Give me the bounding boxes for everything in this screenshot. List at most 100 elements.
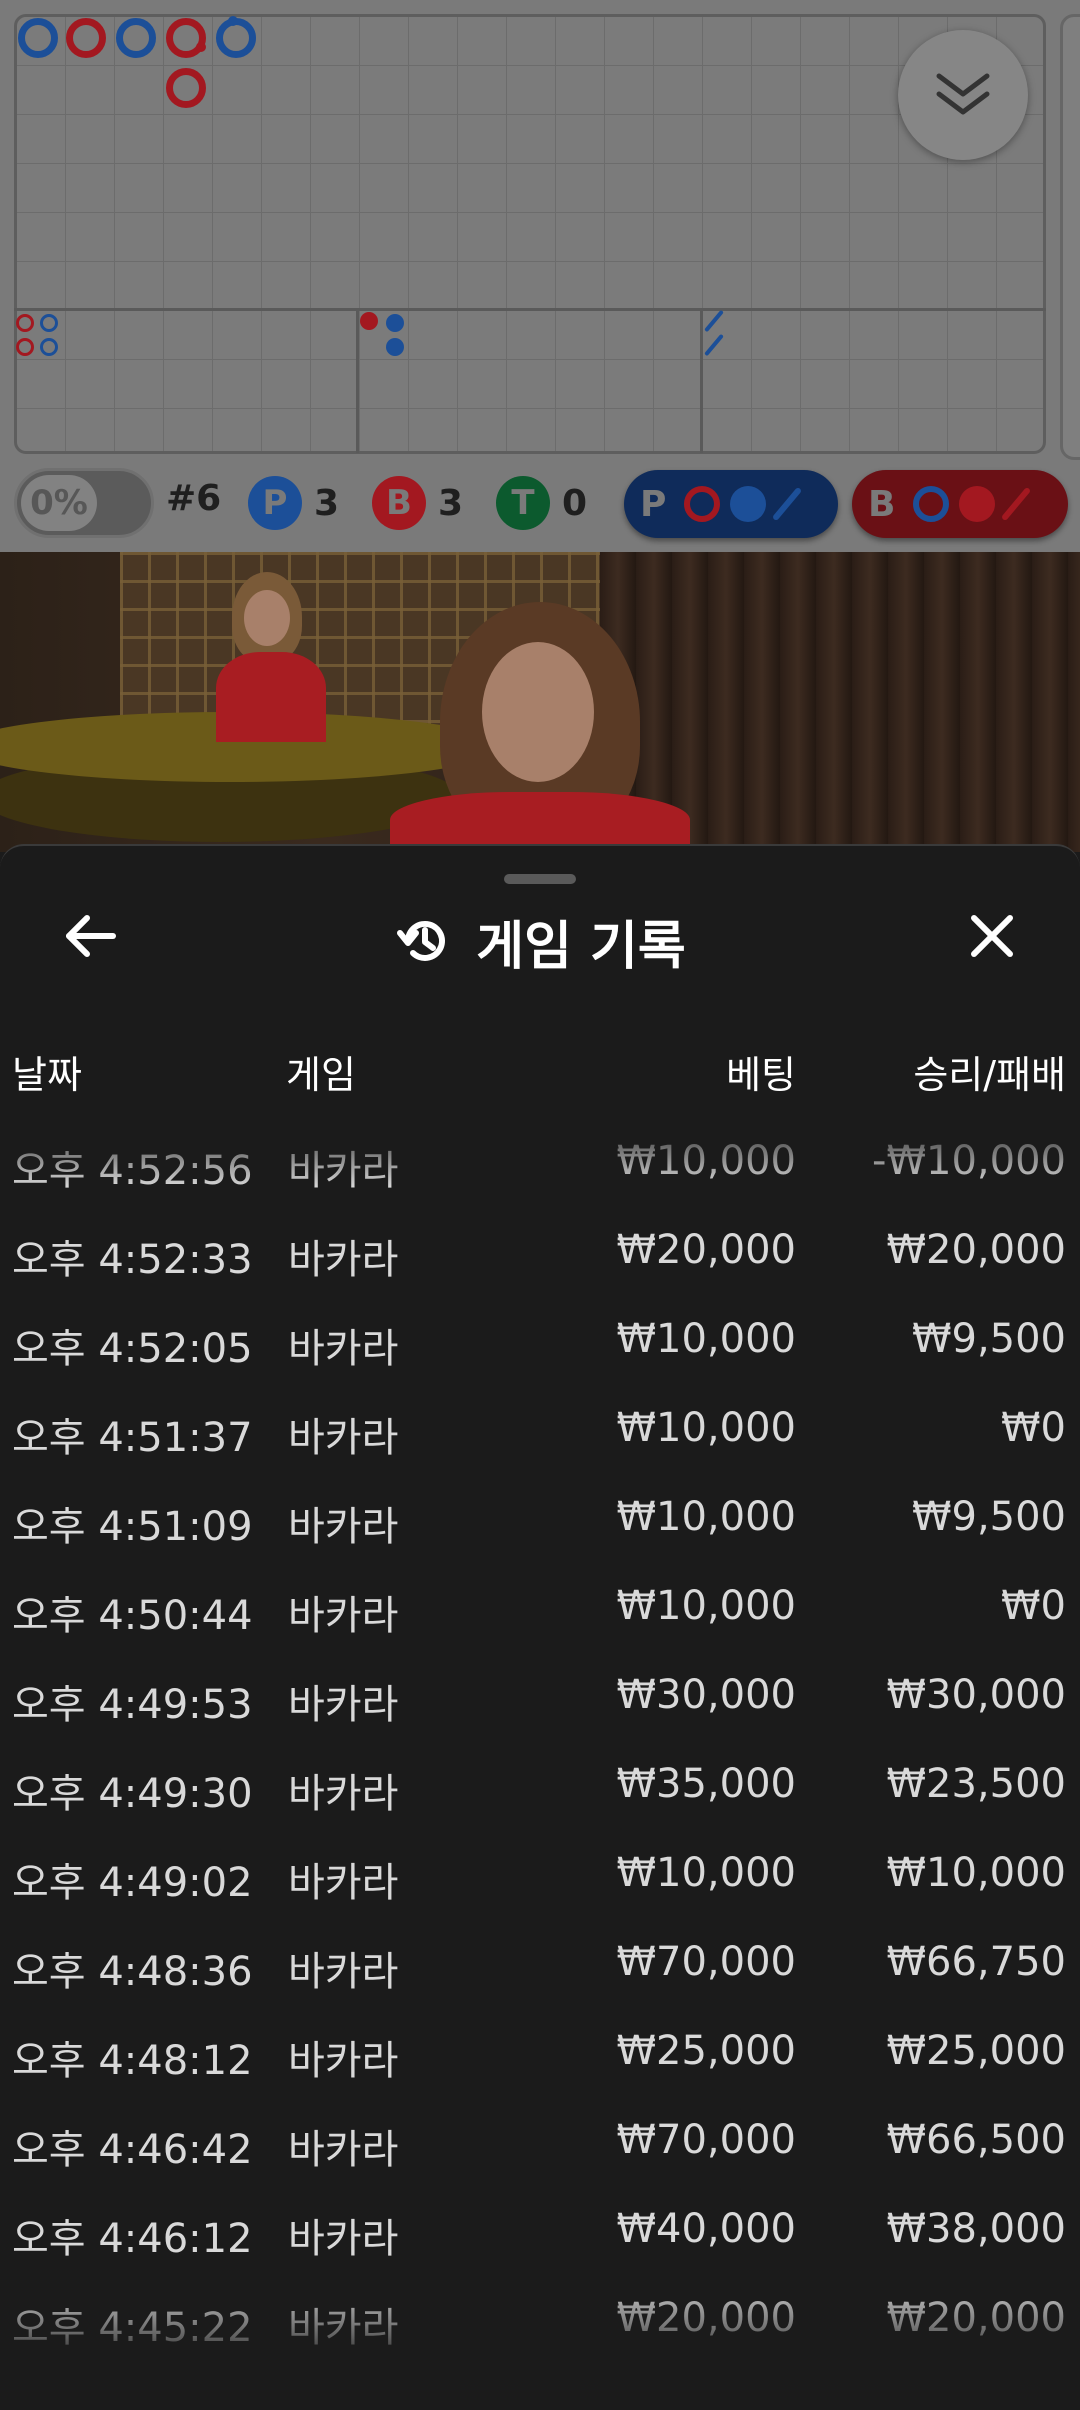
predict-slash-icon xyxy=(1001,486,1032,522)
history-row[interactable]: 오후 4:45:22 바카라 ₩20,000 ₩20,000 xyxy=(0,2279,1080,2368)
shoe-number: #6 xyxy=(166,478,222,519)
predict-dot-icon xyxy=(959,486,996,522)
history-row[interactable]: 오후 4:48:12 바카라 ₩25,000 ₩25,000 xyxy=(0,2012,1080,2101)
tie-count-value: 0 xyxy=(562,482,588,524)
road-bead-banker xyxy=(166,18,206,58)
row-game: 바카라 xyxy=(288,1415,399,1461)
page-title: 게임 기록 xyxy=(476,916,686,977)
history-row[interactable]: 오후 4:50:44 바카라 ₩10,000 ₩0 xyxy=(0,1567,1080,1656)
sheet-drag-handle[interactable] xyxy=(504,874,576,884)
side-panel-edge[interactable] xyxy=(1060,14,1080,460)
row-winloss: ₩25,000 xyxy=(886,2028,1066,2074)
row-game: 바카라 xyxy=(288,1682,399,1728)
row-bet: ₩70,000 xyxy=(616,2117,796,2163)
history-row[interactable]: 오후 4:46:12 바카라 ₩40,000 ₩38,000 xyxy=(0,2190,1080,2279)
row-game: 바카라 xyxy=(288,1326,399,1372)
column-header-bet: 베팅 xyxy=(726,1053,796,1097)
row-bet: ₩10,000 xyxy=(616,1494,796,1540)
percent-toggle[interactable]: 0% xyxy=(14,468,154,538)
live-video xyxy=(0,552,1080,852)
banker-count: B 3 xyxy=(372,476,463,530)
history-row[interactable]: 오후 4:51:37 바카라 ₩10,000 ₩0 xyxy=(0,1389,1080,1478)
row-winloss: ₩20,000 xyxy=(886,1227,1066,1273)
roadmap-divider xyxy=(14,308,1046,311)
row-winloss: ₩0 xyxy=(1001,1583,1066,1629)
row-winloss: ₩66,750 xyxy=(886,1939,1066,1985)
close-button[interactable] xyxy=(952,896,1032,976)
history-list[interactable]: 오후 4:52:56 바카라 ₩10,000 -₩10,000 오후 4:52:33 바카… xyxy=(0,1122,1080,2368)
history-row[interactable]: 오후 4:49:53 바카라 ₩30,000 ₩30,000 xyxy=(0,1656,1080,1745)
column-header-game: 게임 xyxy=(286,1053,356,1097)
big-eye-mark xyxy=(16,338,34,356)
row-time: 오후 4:45:22 xyxy=(12,2305,253,2351)
collapse-button[interactable] xyxy=(898,30,1028,160)
big-eye-mark xyxy=(16,314,34,332)
percent-toggle-label: 0% xyxy=(21,475,97,531)
roadmap-panel: 0% #6 P 3 B 3 T 0 P B xyxy=(0,0,1080,552)
history-row[interactable]: 오후 4:48:36 바카라 ₩70,000 ₩66,750 xyxy=(0,1923,1080,2012)
pair-dot xyxy=(196,42,206,52)
road-bead-banker xyxy=(66,18,106,58)
history-row[interactable]: 오후 4:49:02 바카라 ₩10,000 ₩10,000 xyxy=(0,1834,1080,1923)
row-game: 바카라 xyxy=(288,1504,399,1550)
predict-slash-icon xyxy=(772,486,803,522)
predict-ring-icon xyxy=(684,486,721,522)
row-time: 오후 4:49:53 xyxy=(12,1682,253,1728)
row-bet: ₩20,000 xyxy=(616,1227,796,1273)
history-icon xyxy=(397,920,446,961)
row-game: 바카라 xyxy=(288,1771,399,1817)
row-time: 오후 4:52:33 xyxy=(12,1237,253,1283)
row-time: 오후 4:48:36 xyxy=(12,1949,253,1995)
history-row[interactable]: 오후 4:46:42 바카라 ₩70,000 ₩66,500 xyxy=(0,2101,1080,2190)
close-icon xyxy=(971,915,1013,957)
row-game: 바카라 xyxy=(288,2127,399,2173)
row-bet: ₩10,000 xyxy=(616,1405,796,1451)
row-game: 바카라 xyxy=(288,1148,399,1194)
row-time: 오후 4:49:30 xyxy=(12,1771,253,1817)
column-header-winloss: 승리/패배 xyxy=(913,1053,1066,1097)
road-bead-player xyxy=(116,18,156,58)
predict-banker-button[interactable]: B xyxy=(852,470,1068,538)
history-row[interactable]: 오후 4:52:05 바카라 ₩10,000 ₩9,500 xyxy=(0,1300,1080,1389)
roadmap-divider xyxy=(700,310,703,453)
row-time: 오후 4:51:09 xyxy=(12,1504,253,1550)
history-row[interactable]: 오후 4:49:30 바카라 ₩35,000 ₩23,500 xyxy=(0,1745,1080,1834)
row-time: 오후 4:49:02 xyxy=(12,1860,253,1906)
row-time: 오후 4:46:12 xyxy=(12,2216,253,2262)
row-winloss: ₩20,000 xyxy=(886,2295,1066,2341)
big-eye-mark xyxy=(40,338,58,356)
row-winloss: ₩9,500 xyxy=(911,1316,1066,1362)
tie-badge: T xyxy=(496,476,550,530)
row-bet: ₩10,000 xyxy=(616,1583,796,1629)
tie-count: T 0 xyxy=(496,476,587,530)
player-badge: P xyxy=(248,476,302,530)
row-winloss: -₩10,000 xyxy=(872,1138,1066,1184)
row-winloss: ₩66,500 xyxy=(886,2117,1066,2163)
predict-player-label: P xyxy=(640,483,667,525)
row-winloss: ₩23,500 xyxy=(886,1761,1066,1807)
player-count-value: 3 xyxy=(314,482,340,524)
row-bet: ₩25,000 xyxy=(616,2028,796,2074)
row-winloss: ₩10,000 xyxy=(886,1850,1066,1896)
row-time: 오후 4:52:56 xyxy=(12,1148,253,1194)
row-bet: ₩20,000 xyxy=(616,2295,796,2341)
row-winloss: ₩0 xyxy=(1001,1405,1066,1451)
row-time: 오후 4:52:05 xyxy=(12,1326,253,1372)
game-history-sheet: 게임 기록 날짜 게임 베팅 승리/패배 오후 4:52:56 바카라 ₩10,00… xyxy=(0,844,1080,2410)
predict-player-button[interactable]: P xyxy=(624,470,838,538)
big-eye-mark xyxy=(40,314,58,332)
row-time: 오후 4:48:12 xyxy=(12,2038,253,2084)
row-bet: ₩10,000 xyxy=(616,1850,796,1896)
small-road-mark xyxy=(360,312,378,330)
banker-badge: B xyxy=(372,476,426,530)
row-winloss: ₩9,500 xyxy=(911,1494,1066,1540)
column-header-date: 날짜 xyxy=(12,1053,82,1097)
history-row[interactable]: 오후 4:51:09 바카라 ₩10,000 ₩9,500 xyxy=(0,1478,1080,1567)
row-winloss: ₩30,000 xyxy=(886,1672,1066,1718)
history-row[interactable]: 오후 4:52:33 바카라 ₩20,000 ₩20,000 xyxy=(0,1211,1080,1300)
small-road-mark xyxy=(386,314,404,332)
road-bead-banker xyxy=(166,68,206,108)
history-row[interactable]: 오후 4:52:56 바카라 ₩10,000 -₩10,000 xyxy=(0,1122,1080,1211)
player-count: P 3 xyxy=(248,476,339,530)
row-bet: ₩30,000 xyxy=(616,1672,796,1718)
